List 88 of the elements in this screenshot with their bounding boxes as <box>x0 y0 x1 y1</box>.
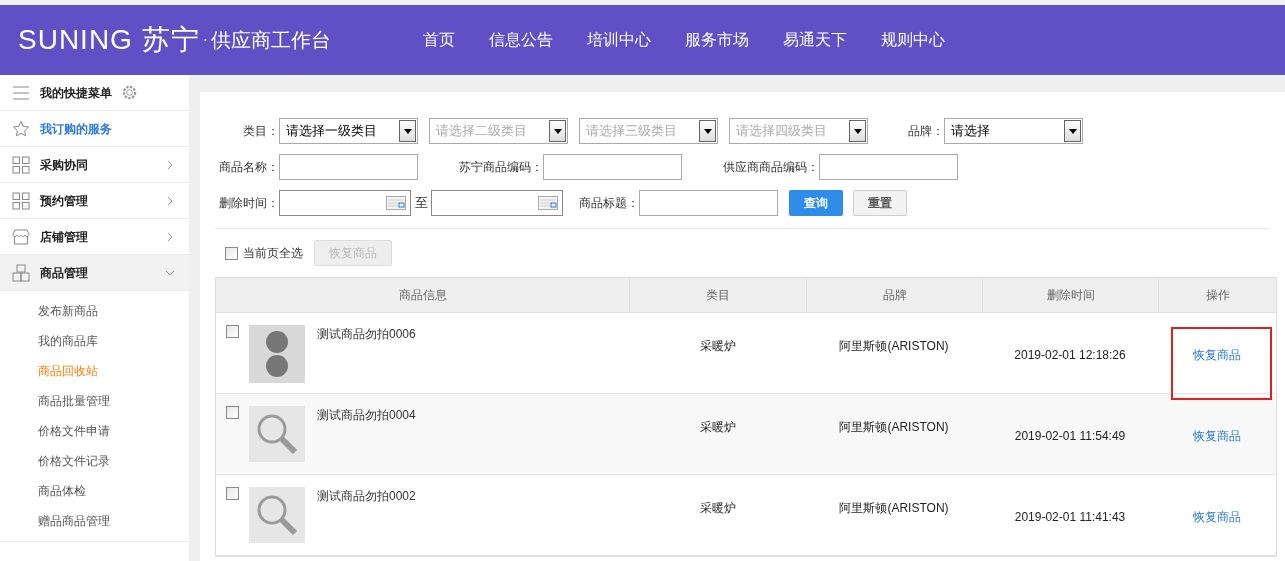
sidebar-subitem[interactable]: 商品批量管理 <box>0 386 189 416</box>
logo-subtitle: 供应商工作台 <box>211 28 331 53</box>
dropdown-arrow-button[interactable] <box>399 120 416 142</box>
product-name: 测试商品勿拍0002 <box>317 488 416 505</box>
field-label: 供应商商品编码： <box>722 159 819 176</box>
product-photo-placeholder <box>249 325 305 383</box>
store-icon <box>12 227 30 246</box>
dropdown-arrow-button[interactable] <box>1064 120 1081 142</box>
magnifier-icon <box>255 493 299 537</box>
checkbox-label: 当前页全选 <box>243 245 303 262</box>
grid-icon <box>12 155 30 174</box>
nav-link[interactable]: 信息公告 <box>489 28 553 52</box>
dropdown-arrow-button[interactable] <box>549 120 566 142</box>
dropdown-arrow-button[interactable] <box>699 120 716 142</box>
logo: SUNING 苏宁 <box>18 23 200 57</box>
column-header: 删除时间 <box>982 278 1158 312</box>
sidebar-subitem[interactable]: 我的商品库 <box>0 326 189 356</box>
chevron-right-icon <box>165 159 175 170</box>
column-header: 品牌 <box>806 278 982 312</box>
text-field[interactable] <box>639 190 778 216</box>
sidebar-subitem[interactable]: 发布新商品 <box>0 296 189 326</box>
column-header: 类目 <box>629 278 806 312</box>
field-label: 苏宁商品编码： <box>458 159 543 176</box>
sidebar-subitem[interactable]: 赠品商品管理 <box>0 506 189 536</box>
sidebar-subitem[interactable]: 商品体检 <box>0 476 189 506</box>
column-header: 商品信息 <box>397 287 448 304</box>
nav-link[interactable]: 培训中心 <box>587 28 651 52</box>
date-field[interactable] <box>431 190 563 216</box>
text-field[interactable] <box>819 154 958 180</box>
restore-link[interactable]: 恢复商品 <box>1193 346 1241 364</box>
caret-icon <box>853 128 862 134</box>
table-cell-text: 阿里斯顿(ARISTON) <box>839 338 949 355</box>
field-label: 删除时间： <box>218 195 279 212</box>
calendar-icon <box>386 196 406 210</box>
field-label: 类目： <box>242 123 279 140</box>
field-label: 品牌： <box>907 123 944 140</box>
nav-link[interactable]: 易通天下 <box>783 28 847 52</box>
separator-dot: · <box>202 30 208 50</box>
chevron-right-icon <box>165 231 175 242</box>
star-icon <box>12 119 30 138</box>
range-separator: 至 <box>413 194 429 213</box>
nav-link[interactable]: 首页 <box>423 28 455 52</box>
magnifier-icon <box>255 412 299 456</box>
sidebar-item[interactable]: 我订购的服务 <box>0 111 189 147</box>
date-field[interactable] <box>279 190 411 216</box>
settings-icon[interactable] <box>122 85 137 100</box>
grid-icon <box>12 191 30 210</box>
checkbox[interactable] <box>226 487 239 500</box>
nav-link[interactable]: 服务市场 <box>685 28 749 52</box>
caret-icon <box>403 128 412 134</box>
checkbox[interactable] <box>226 406 239 419</box>
sidebar-item[interactable]: 我的快捷菜单 <box>0 75 189 111</box>
field-label: 商品名称： <box>218 159 279 176</box>
restore-link[interactable]: 恢复商品 <box>1193 508 1241 526</box>
reset-button[interactable]: 重置 <box>853 190 907 216</box>
sidebar-item[interactable]: 商品管理 <box>0 255 189 291</box>
checkbox[interactable] <box>225 246 238 260</box>
boxes-icon <box>12 263 30 282</box>
chevron-right-icon <box>165 195 175 206</box>
caret-icon <box>1068 128 1077 134</box>
dropdown-arrow-button[interactable] <box>849 120 866 142</box>
table-cell-text: 阿里斯顿(ARISTON) <box>839 419 949 436</box>
checkbox[interactable] <box>226 325 239 338</box>
field-label: 商品标题： <box>578 195 639 212</box>
caret-icon <box>703 128 712 134</box>
table-cell-text: 采暖炉 <box>699 500 736 517</box>
text-field[interactable] <box>543 154 682 180</box>
sidebar-item[interactable]: 采购协同 <box>0 147 189 183</box>
sidebar-item[interactable]: 预约管理 <box>0 183 189 219</box>
table-cell-text: 阿里斯顿(ARISTON) <box>839 500 949 517</box>
product-name: 测试商品勿拍0004 <box>317 407 416 424</box>
table-cell-text: 2019-02-01 11:54:49 <box>1014 428 1126 445</box>
menu-icon <box>12 83 30 102</box>
table-cell-text: 2019-02-01 11:41:43 <box>1014 509 1126 526</box>
sidebar-subitem[interactable]: 价格文件记录 <box>0 446 189 476</box>
caret-icon <box>553 128 562 134</box>
dropdown-select[interactable]: 请选择 <box>944 118 1083 144</box>
calendar-icon <box>538 196 558 210</box>
dropdown-select[interactable]: 请选择一级类目 <box>279 118 418 144</box>
sidebar-subitem[interactable]: 价格文件申请 <box>0 416 189 446</box>
column-header: 操作 <box>1158 278 1276 312</box>
table-cell-text: 2019-02-01 12:18:26 <box>1014 347 1126 364</box>
table-cell-text: 采暖炉 <box>699 419 736 436</box>
text-field[interactable] <box>279 154 418 180</box>
product-name: 测试商品勿拍0006 <box>317 326 416 343</box>
restore-link[interactable]: 恢复商品 <box>1193 427 1241 445</box>
nav-link[interactable]: 规则中心 <box>881 28 945 52</box>
table-cell-text: 采暖炉 <box>699 338 736 355</box>
